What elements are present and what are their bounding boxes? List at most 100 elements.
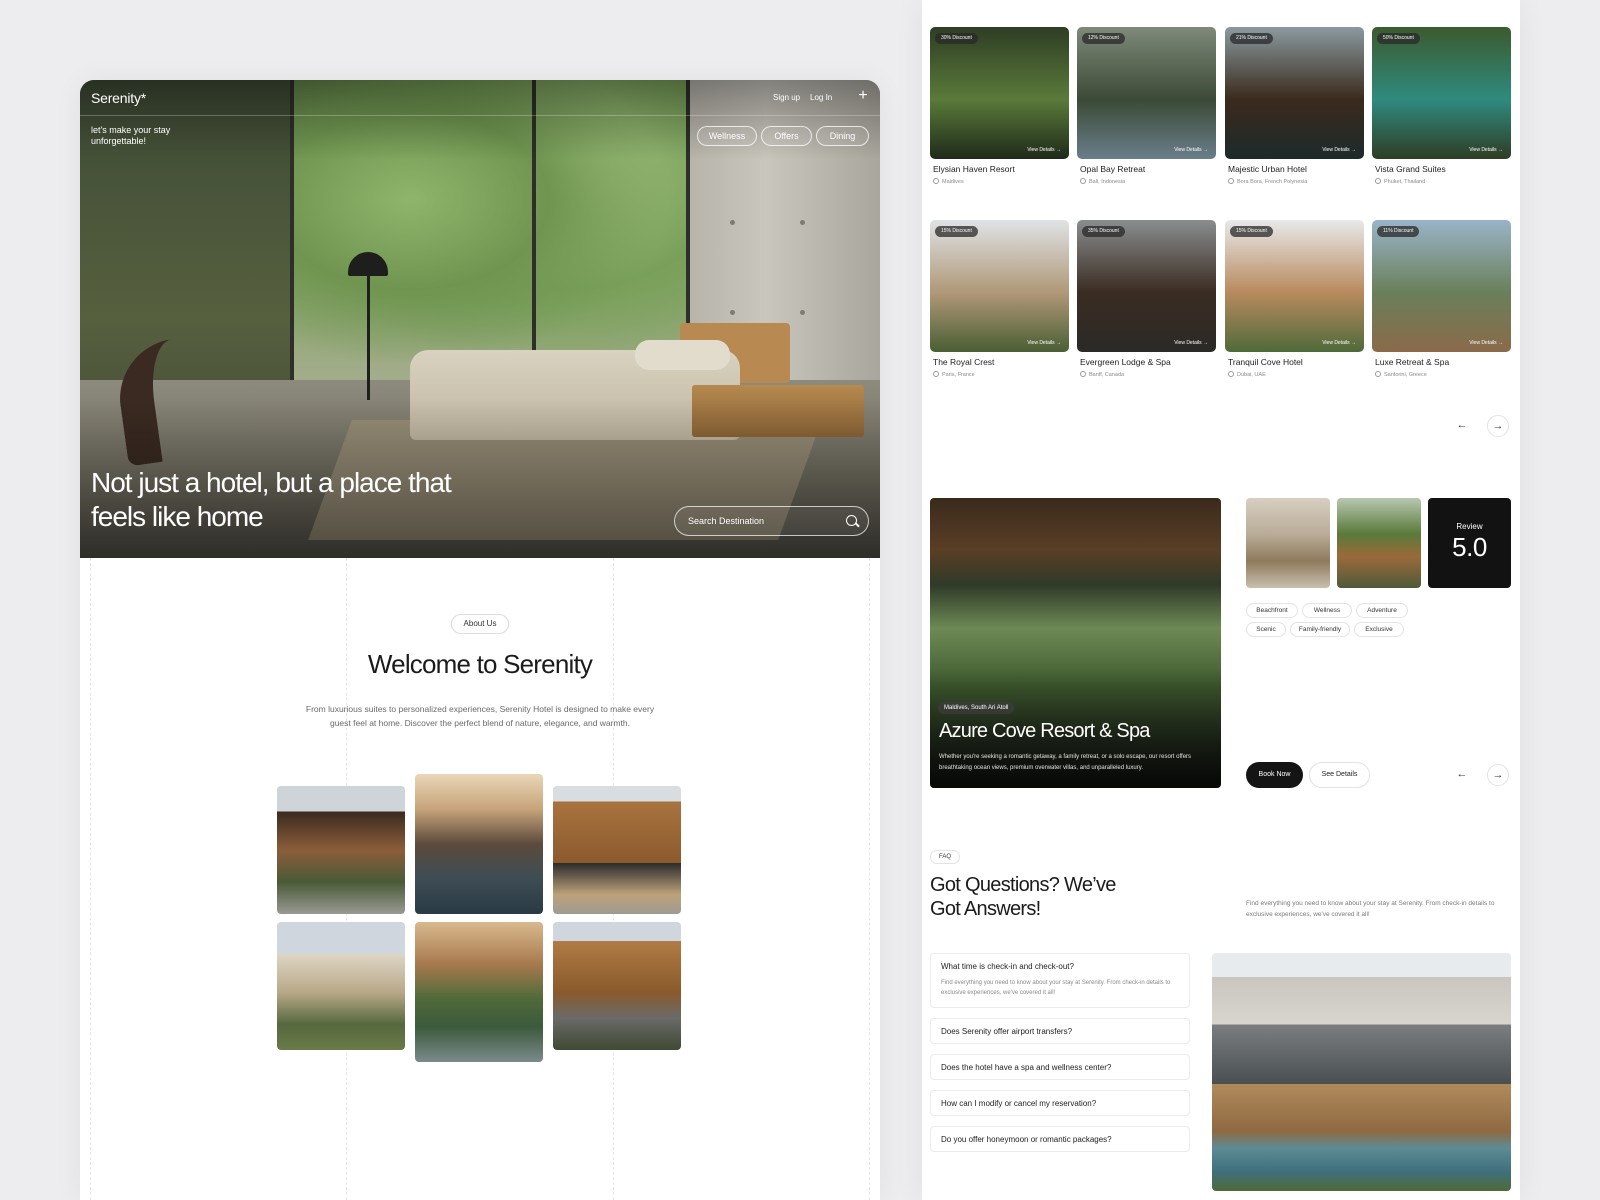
faq-question: Does Serenity offer airport transfers? (941, 1027, 1073, 1036)
listings-page: 30% Discount View Details → Elysian Haven … (922, 0, 1520, 1200)
hotel-location-text: Bora Bora, French Polynesia (1237, 179, 1308, 185)
pill-wellness[interactable]: Wellness (697, 126, 757, 146)
hotel-location: Bora Bora, French Polynesia (1228, 178, 1364, 185)
book-now-button[interactable]: Book Now (1246, 762, 1303, 788)
hotel-name: Evergreen Lodge & Spa (1080, 357, 1171, 367)
see-details-button[interactable]: See Details (1309, 762, 1370, 788)
view-details-link[interactable]: View Details → (1174, 340, 1208, 346)
hotel-card[interactable]: 12% Discount View Details → Opal Bay Retre… (1077, 27, 1216, 185)
view-details-link[interactable]: View Details → (1027, 340, 1061, 346)
hotel-location-text: Phuket, Thailand (1384, 179, 1426, 185)
tag-family-friendly[interactable]: Family-friendly (1290, 622, 1350, 637)
review-label: Review (1456, 522, 1483, 531)
hotel-location-text: Maldives (942, 179, 964, 185)
review-score-card: Review 5.0 (1428, 498, 1511, 588)
hotel-location: Maldives (933, 178, 1069, 185)
hotel-location: Banff, Canada (1080, 371, 1216, 378)
hotel-card-image[interactable]: 30% Discount View Details → (930, 27, 1069, 159)
tag-wellness[interactable]: Wellness (1302, 603, 1352, 618)
hotel-name: Elysian Haven Resort (933, 164, 1015, 174)
about-us-pill[interactable]: About Us (451, 614, 509, 634)
plus-icon[interactable]: + (856, 88, 870, 104)
featured-prev-arrow-button[interactable]: ← (1451, 764, 1473, 786)
hotel-name: Luxe Retreat & Spa (1375, 357, 1450, 367)
gallery-image[interactable] (553, 922, 681, 1050)
faq-item[interactable]: Do you offer honeymoon or romantic packa… (930, 1126, 1190, 1152)
gallery-image[interactable] (415, 922, 543, 1062)
faq-pill[interactable]: FAQ (930, 850, 960, 864)
globe-icon (1228, 178, 1234, 184)
hotel-card[interactable]: 21% Discount View Details → Majestic Urban… (1225, 27, 1364, 185)
hero-section: Serenity* let's make your stay unforgett… (80, 80, 880, 558)
next-arrow-button[interactable]: → (1487, 415, 1509, 437)
view-details-link[interactable]: View Details → (1469, 147, 1503, 153)
prev-arrow-button[interactable]: ← (1451, 415, 1473, 437)
faq-item[interactable]: Does the hotel have a spa and wellness c… (930, 1054, 1190, 1080)
hotel-card-image[interactable]: 12% Discount View Details → (1077, 27, 1216, 159)
globe-icon (933, 371, 939, 377)
faq-title: Got Questions? We’ve Got Answers! (930, 874, 1116, 920)
hotel-name: The Royal Crest (933, 357, 995, 367)
discount-badge: 21% Discount (1230, 33, 1273, 44)
tag-beachfront[interactable]: Beachfront (1246, 603, 1298, 618)
tag-adventure[interactable]: Adventure (1356, 603, 1408, 618)
hotel-location-text: Bali, Indonesia (1089, 179, 1126, 185)
faq-item[interactable]: Does Serenity offer airport transfers? (930, 1018, 1190, 1044)
hotel-card[interactable]: 30% Discount View Details → Elysian Haven … (930, 27, 1069, 185)
faq-item[interactable]: How can I modify or cancel my reservatio… (930, 1090, 1190, 1116)
view-details-link[interactable]: View Details → (1469, 340, 1503, 346)
pill-offers[interactable]: Offers (761, 126, 812, 146)
signup-link[interactable]: Sign up (773, 93, 800, 102)
globe-icon (1228, 371, 1234, 377)
hotel-card[interactable]: 15% Discount View Details → The Royal Cres… (930, 220, 1069, 378)
hotel-card-image[interactable]: 15% Discount View Details → (1225, 220, 1364, 352)
hotel-card[interactable]: 11% Discount View Details → Luxe Retreat &… (1372, 220, 1511, 378)
featured-next-arrow-button[interactable]: → (1487, 764, 1509, 786)
search-icon[interactable] (846, 515, 857, 526)
faq-item[interactable]: What time is check-in and check-out? Fin… (930, 953, 1190, 1008)
discount-badge: 30% Discount (935, 33, 978, 44)
gallery-image[interactable] (277, 786, 405, 914)
hotel-name: Opal Bay Retreat (1080, 164, 1146, 174)
brand-logo[interactable]: Serenity* (91, 90, 146, 106)
hotel-card-image[interactable]: 50% Discount View Details → (1372, 27, 1511, 159)
tag-exclusive[interactable]: Exclusive (1354, 622, 1404, 637)
view-details-link[interactable]: View Details → (1174, 147, 1208, 153)
hotel-name: Majestic Urban Hotel (1228, 164, 1307, 174)
hotel-card-image[interactable]: 15% Discount View Details → (930, 220, 1069, 352)
search-destination-input[interactable]: Search Destination (674, 506, 869, 536)
featured-hotel-card[interactable]: Maldives, South Ari Atoll Azure Cove Res… (930, 498, 1221, 788)
faq-villa-image (1212, 953, 1511, 1191)
hotel-name: Tranquil Cove Hotel (1228, 357, 1303, 367)
hotel-card[interactable]: 35% Discount View Details → Evergreen Lodg… (1077, 220, 1216, 378)
view-details-link[interactable]: View Details → (1027, 147, 1061, 153)
hotel-location: Paris, France (933, 371, 1069, 378)
featured-location-badge: Maldives, South Ari Atoll (938, 702, 1015, 714)
featured-title: Azure Cove Resort & Spa (939, 720, 1150, 742)
globe-icon (1080, 371, 1086, 377)
view-details-link[interactable]: View Details → (1322, 147, 1356, 153)
hotel-card[interactable]: 50% Discount View Details → Vista Grand Su… (1372, 27, 1511, 185)
gallery-image[interactable] (277, 922, 405, 1050)
featured-thumbnail[interactable] (1337, 498, 1421, 588)
featured-thumbnail[interactable] (1246, 498, 1330, 588)
gallery-image[interactable] (553, 786, 681, 914)
gallery-image[interactable] (415, 774, 543, 914)
hero-title: Not just a hotel, but a place that feels… (91, 467, 452, 532)
hotel-card-image[interactable]: 21% Discount View Details → (1225, 27, 1364, 159)
nav-divider (80, 115, 880, 116)
tag-scenic[interactable]: Scenic (1246, 622, 1286, 637)
faq-question: Does the hotel have a spa and wellness c… (941, 1063, 1112, 1072)
login-link[interactable]: Log In (810, 93, 832, 102)
pill-dining[interactable]: Dining (816, 126, 869, 146)
hotel-card-image[interactable]: 35% Discount View Details → (1077, 220, 1216, 352)
faq-question: Do you offer honeymoon or romantic packa… (941, 1135, 1112, 1144)
search-placeholder: Search Destination (688, 516, 765, 526)
view-details-link[interactable]: View Details → (1322, 340, 1356, 346)
review-value: 5.0 (1452, 532, 1487, 562)
hotel-card-image[interactable]: 11% Discount View Details → (1372, 220, 1511, 352)
welcome-title: Welcome to Serenity (367, 649, 593, 679)
hotel-card[interactable]: 15% Discount View Details → Tranquil Cove … (1225, 220, 1364, 378)
landing-page: Serenity* let's make your stay unforgett… (80, 80, 880, 1200)
faq-subtitle: Find everything you need to know about y… (1246, 900, 1495, 918)
